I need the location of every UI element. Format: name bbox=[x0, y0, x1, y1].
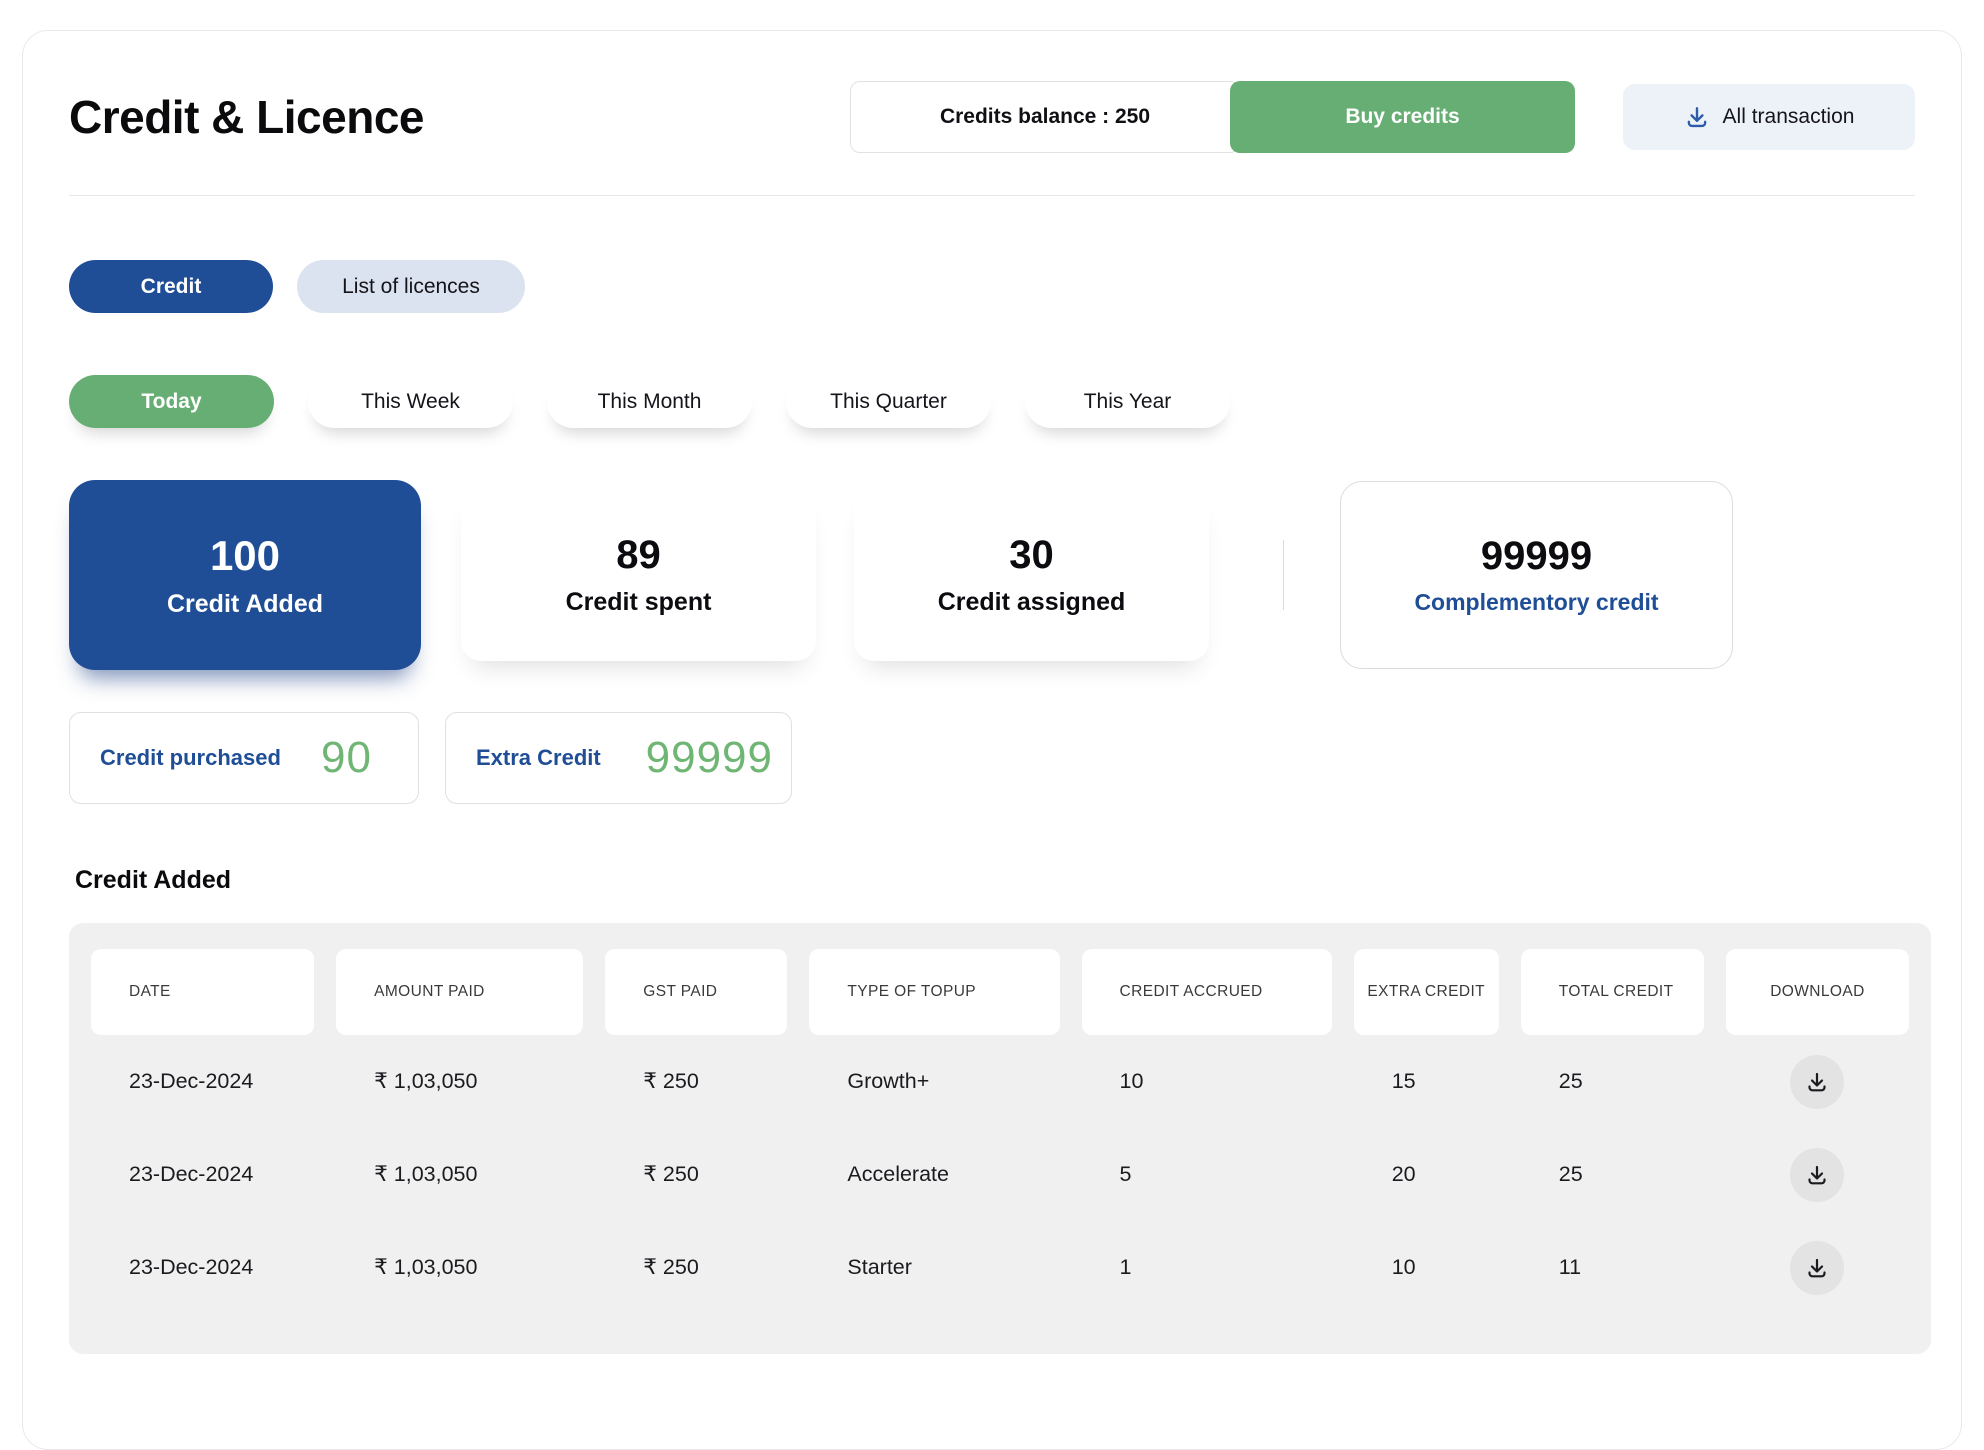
download-icon bbox=[1805, 1070, 1829, 1094]
cell-total-credit: 25 bbox=[1521, 1069, 1704, 1094]
cell-total-credit: 25 bbox=[1521, 1162, 1704, 1187]
download-icon bbox=[1684, 104, 1710, 130]
extra-credit-label: Extra Credit bbox=[476, 745, 601, 771]
download-icon bbox=[1805, 1163, 1829, 1187]
tab-list-of-licences[interactable]: List of licences bbox=[297, 260, 525, 313]
stat-card-credit-assigned[interactable]: 30 Credit assigned bbox=[854, 489, 1209, 661]
credit-spent-value: 89 bbox=[616, 533, 661, 578]
time-filter-bar: Today This Week This Month This Quarter … bbox=[69, 375, 1915, 428]
col-header-amount-paid: Amount Paid bbox=[336, 949, 583, 1035]
download-icon bbox=[1805, 1256, 1829, 1280]
filter-this-month[interactable]: This Month bbox=[547, 375, 752, 428]
cell-date: 23-Dec-2024 bbox=[91, 1162, 314, 1187]
table-row: 23-Dec-2024 ₹ 1,03,050 ₹ 250 Accelerate … bbox=[91, 1128, 1909, 1221]
cell-credit-accrued: 10 bbox=[1082, 1069, 1332, 1094]
cell-amount-paid: ₹ 1,03,050 bbox=[336, 1069, 583, 1094]
col-header-credit-accrued: Credit Accrued bbox=[1082, 949, 1332, 1035]
sub-cards-row: Credit purchased 90 Extra Credit 99999 bbox=[69, 712, 1915, 804]
page-header: Credit & Licence Credits balance : 250 B… bbox=[69, 81, 1915, 153]
all-transaction-button[interactable]: All transaction bbox=[1623, 84, 1915, 150]
credit-spent-label: Credit spent bbox=[566, 588, 712, 617]
cell-credit-accrued: 1 bbox=[1082, 1255, 1332, 1280]
col-header-download: Download bbox=[1726, 949, 1909, 1035]
all-transaction-label: All transaction bbox=[1723, 105, 1855, 129]
complementory-credit-value: 99999 bbox=[1481, 534, 1592, 579]
filter-this-week[interactable]: This Week bbox=[308, 375, 513, 428]
credit-purchased-card[interactable]: Credit purchased 90 bbox=[69, 712, 419, 804]
stat-card-credit-added[interactable]: 100 Credit Added bbox=[69, 480, 421, 670]
credit-purchased-label: Credit purchased bbox=[100, 745, 281, 771]
col-header-type-of-topup: Type of Topup bbox=[809, 949, 1059, 1035]
credit-added-value: 100 bbox=[210, 532, 280, 580]
table-row: 23-Dec-2024 ₹ 1,03,050 ₹ 250 Starter 1 1… bbox=[91, 1221, 1909, 1314]
cell-type-of-topup: Growth+ bbox=[809, 1069, 1059, 1094]
cell-amount-paid: ₹ 1,03,050 bbox=[336, 1255, 583, 1280]
filter-this-year[interactable]: This Year bbox=[1025, 375, 1230, 428]
stat-card-complementory-credit[interactable]: 99999 Complementory credit bbox=[1340, 481, 1733, 669]
credit-assigned-value: 30 bbox=[1009, 533, 1054, 578]
credit-licence-panel: Credit & Licence Credits balance : 250 B… bbox=[22, 30, 1962, 1450]
filter-today[interactable]: Today bbox=[69, 375, 274, 428]
buy-credits-button[interactable]: Buy credits bbox=[1230, 81, 1575, 153]
row-download-button[interactable] bbox=[1790, 1148, 1844, 1202]
header-actions: Credits balance : 250 Buy credits All tr… bbox=[850, 81, 1915, 153]
credit-added-table: Date Amount Paid GST Paid Type of Topup … bbox=[69, 923, 1931, 1354]
col-header-gst-paid: GST Paid bbox=[605, 949, 787, 1035]
complementory-credit-label: Complementory credit bbox=[1414, 589, 1658, 616]
cell-type-of-topup: Accelerate bbox=[809, 1162, 1059, 1187]
page-title: Credit & Licence bbox=[69, 90, 850, 144]
cell-date: 23-Dec-2024 bbox=[91, 1255, 314, 1280]
cell-type-of-topup: Starter bbox=[809, 1255, 1059, 1280]
cell-gst-paid: ₹ 250 bbox=[605, 1162, 787, 1187]
cell-gst-paid: ₹ 250 bbox=[605, 1069, 787, 1094]
tab-credit[interactable]: Credit bbox=[69, 260, 273, 313]
cell-amount-paid: ₹ 1,03,050 bbox=[336, 1162, 583, 1187]
cell-total-credit: 11 bbox=[1521, 1255, 1704, 1280]
col-header-total-credit: Total Credit bbox=[1521, 949, 1704, 1035]
cell-extra-credit: 20 bbox=[1354, 1162, 1499, 1187]
header-divider bbox=[69, 195, 1915, 196]
stat-cards-row: 100 Credit Added 89 Credit spent 30 Cred… bbox=[69, 480, 1915, 670]
filter-this-quarter[interactable]: This Quarter bbox=[786, 375, 991, 428]
table-header-row: Date Amount Paid GST Paid Type of Topup … bbox=[91, 949, 1909, 1035]
cell-date: 23-Dec-2024 bbox=[91, 1069, 314, 1094]
row-download-button[interactable] bbox=[1790, 1055, 1844, 1109]
stat-divider bbox=[1283, 540, 1284, 610]
table-row: 23-Dec-2024 ₹ 1,03,050 ₹ 250 Growth+ 10 … bbox=[91, 1035, 1909, 1128]
cell-extra-credit: 10 bbox=[1354, 1255, 1499, 1280]
credit-assigned-label: Credit assigned bbox=[938, 588, 1126, 617]
extra-credit-value: 99999 bbox=[646, 733, 773, 783]
cell-extra-credit: 15 bbox=[1354, 1069, 1499, 1094]
credits-balance-badge: Credits balance : 250 bbox=[850, 81, 1240, 153]
stat-card-credit-spent[interactable]: 89 Credit spent bbox=[461, 489, 816, 661]
col-header-date: Date bbox=[91, 949, 314, 1035]
extra-credit-card[interactable]: Extra Credit 99999 bbox=[445, 712, 792, 804]
row-download-button[interactable] bbox=[1790, 1241, 1844, 1295]
tab-bar: Credit List of licences bbox=[69, 260, 1915, 313]
col-header-extra-credit: Extra Credit bbox=[1354, 949, 1499, 1035]
cell-credit-accrued: 5 bbox=[1082, 1162, 1332, 1187]
credit-purchased-value: 90 bbox=[321, 733, 372, 783]
cell-gst-paid: ₹ 250 bbox=[605, 1255, 787, 1280]
credit-added-label: Credit Added bbox=[167, 590, 323, 619]
table-section-title: Credit Added bbox=[75, 866, 1915, 895]
